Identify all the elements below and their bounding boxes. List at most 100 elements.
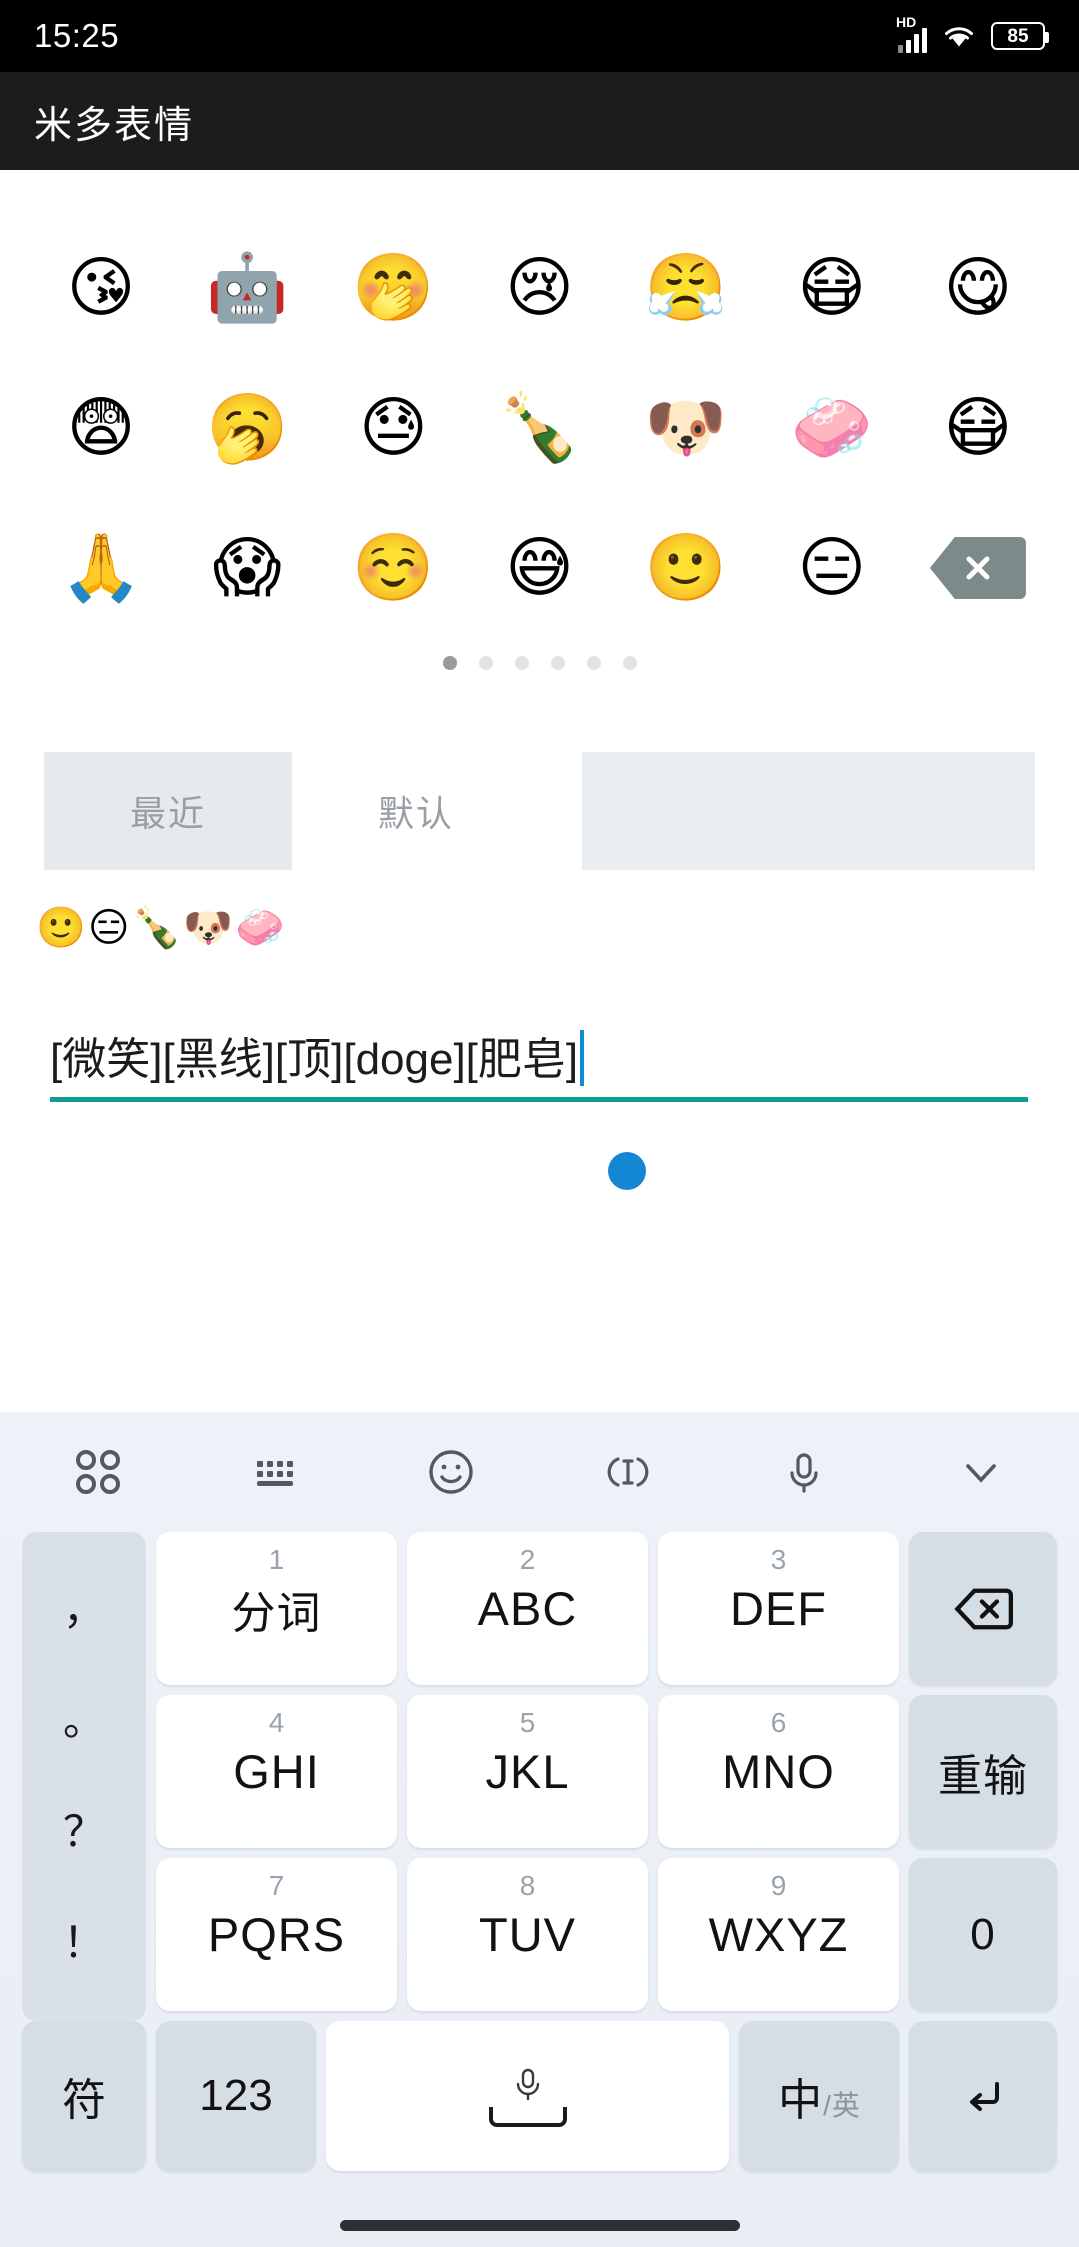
key-MNO[interactable]: 6MNO [658, 1695, 899, 1848]
key-TUV[interactable]: 8TUV [407, 1858, 648, 2011]
key-JKL[interactable]: 5 JKL [407, 1695, 648, 1848]
redo-key[interactable]: 重输 [909, 1695, 1057, 1848]
ultraman-emoji[interactable]: 🤖 [174, 222, 320, 354]
tongue-out-emoji[interactable]: 😋 [905, 222, 1051, 354]
status-bar: 15:25 HD 85 [0, 0, 1079, 72]
keyboard-toolbar [0, 1412, 1079, 1532]
key-number: 5 [407, 1707, 648, 1739]
key-number: 2 [407, 1544, 648, 1576]
tab-recent[interactable]: 最近 [44, 752, 292, 870]
key-label: PQRS [208, 1907, 345, 1962]
keyboard-row: 7PQRS8TUV9WXYZ 0 [156, 1858, 1057, 2011]
page-indicator-dots[interactable] [0, 656, 1079, 670]
page-dot[interactable] [515, 656, 529, 670]
grid-apps-icon[interactable] [56, 1430, 140, 1514]
recent-black-line-emoji[interactable]: 😑 [88, 908, 130, 948]
tab-default-label: 默认 [378, 785, 454, 837]
gesture-home-bar[interactable] [340, 2220, 740, 2231]
key-comma[interactable]: ， [63, 1589, 105, 1631]
blush-emoji[interactable]: ☺️ [320, 502, 466, 634]
enter-arrow-icon [959, 2072, 1007, 2120]
keyboard-bottom-row: 符 123 中 [22, 2021, 1057, 2171]
space-key[interactable] [326, 2021, 729, 2171]
ding-bottle-emoji[interactable]: 🍾 [466, 362, 612, 494]
text-cursor-icon[interactable] [586, 1430, 670, 1514]
input-underline [50, 1097, 1028, 1102]
key-label: 0 [970, 1910, 995, 1960]
x-mouth-emoji[interactable]: 😷 [759, 222, 905, 354]
page-dot[interactable] [587, 656, 601, 670]
angry-snort-emoji[interactable]: 😤 [613, 222, 759, 354]
page-dot[interactable] [443, 656, 457, 670]
kiss-heart-emoji[interactable]: 😘 [28, 222, 174, 354]
key-ABC[interactable]: 2 ABC [407, 1532, 648, 1685]
key-GHI[interactable]: 4GHI [156, 1695, 397, 1848]
signal-bars-icon: HD [898, 19, 927, 53]
numeric-key[interactable]: 123 [156, 2021, 316, 2171]
key-exclaim[interactable]: ！ [63, 1922, 105, 1964]
emoji-text-input[interactable]: [微笑][黑线][顶][doge][肥皂] [50, 1030, 584, 1097]
wifi-icon [941, 22, 977, 50]
key-DEF[interactable]: 3DEF [658, 1532, 899, 1685]
key-分词[interactable]: 1分词 [156, 1532, 397, 1685]
key-period[interactable]: 。 [63, 1700, 105, 1742]
key-label: JKL [486, 1744, 570, 1799]
page-dot[interactable] [479, 656, 493, 670]
status-bar-icons: HD 85 [898, 19, 1045, 53]
face-mask-emoji[interactable]: 😷 [905, 362, 1051, 494]
recent-doge-emoji[interactable]: 🐶 [183, 908, 233, 948]
symbol-key[interactable]: 符 [22, 2021, 146, 2171]
recent-smile-emoji[interactable]: 🙂 [36, 908, 86, 948]
key-number: 1 [156, 1544, 397, 1576]
doge-emoji[interactable]: 🐶 [613, 362, 759, 494]
key-question[interactable]: ？ [63, 1811, 105, 1853]
black-line-emoji[interactable]: 😑 [759, 502, 905, 634]
chevron-down-icon[interactable] [939, 1430, 1023, 1514]
zero-key[interactable]: 0 [909, 1858, 1057, 2011]
key-number: 9 [658, 1870, 899, 1902]
key-label: GHI [233, 1744, 320, 1799]
enter-key[interactable] [909, 2021, 1057, 2171]
key-PQRS[interactable]: 7PQRS [156, 1858, 397, 2011]
recent-emoji-strip[interactable]: 🙂😑🍾🐶🧼 [36, 908, 285, 948]
keyboard-icon[interactable] [233, 1430, 317, 1514]
shy-hand-emoji[interactable]: 🤭 [320, 222, 466, 354]
yawn-emoji[interactable]: 🥱 [174, 362, 320, 494]
page-dot[interactable] [551, 656, 565, 670]
battery-icon: 85 [991, 22, 1045, 50]
language-toggle-key[interactable]: 中/英 [739, 2021, 899, 2171]
emoji-panel: 😘🤖🤭😢😤😷😋😨🥱😓🍾🐶🧼😷🙏😱☺️😅🙂😑 [0, 170, 1079, 730]
emoji-category-bar: 最近 默认 [0, 752, 1079, 870]
keyboard-row: 4GHI 5 JKL 6MNO重输 [156, 1695, 1057, 1848]
emoji-text-input-wrapper[interactable]: [微笑][黑线][顶][doge][肥皂] [50, 1030, 1028, 1102]
emoji-backspace-key[interactable] [905, 502, 1051, 634]
key-label: ABC [478, 1581, 578, 1636]
key-label: 分词 [232, 1577, 322, 1641]
recent-soap-emoji[interactable]: 🧼 [235, 908, 285, 948]
backspace-key[interactable] [909, 1532, 1057, 1685]
soap-emoji[interactable]: 🧼 [759, 362, 905, 494]
cursor-drag-handle[interactable] [608, 1152, 646, 1190]
scared-sweat-emoji[interactable]: 😨 [28, 362, 174, 494]
key-number: 8 [407, 1870, 648, 1902]
pray-emoji[interactable]: 🙏 [28, 502, 174, 634]
backspace-icon [953, 1585, 1013, 1633]
text-caret [580, 1030, 584, 1086]
smile-emoji[interactable]: 🙂 [613, 502, 759, 634]
key-WXYZ[interactable]: 9WXYZ [658, 1858, 899, 2011]
emoji-grid: 😘🤖🤭😢😤😷😋😨🥱😓🍾🐶🧼😷🙏😱☺️😅🙂😑 [0, 222, 1079, 634]
key-label: MNO [722, 1744, 835, 1799]
cold-sweat-emoji[interactable]: 😓 [320, 362, 466, 494]
keyboard-keys: ， 。 ？ ！ 1分词2ABC3DEF4GHI5JKL6MNO重输7PQRS8T… [0, 1532, 1079, 2171]
smiley-icon[interactable] [409, 1430, 493, 1514]
sweat-line-emoji[interactable]: 😅 [466, 502, 612, 634]
page-dot[interactable] [623, 656, 637, 670]
emoji-backspace-icon[interactable] [930, 537, 1026, 599]
app-bar: 米多表情 [0, 72, 1079, 170]
shout-emoji[interactable]: 😱 [174, 502, 320, 634]
tab-default[interactable]: 默认 [292, 752, 540, 870]
teary-sad-emoji[interactable]: 😢 [466, 222, 612, 354]
recent-ding-emoji[interactable]: 🍾 [132, 908, 182, 948]
punctuation-column[interactable]: ， 。 ？ ！ [22, 1532, 146, 2021]
microphone-icon[interactable] [762, 1430, 846, 1514]
